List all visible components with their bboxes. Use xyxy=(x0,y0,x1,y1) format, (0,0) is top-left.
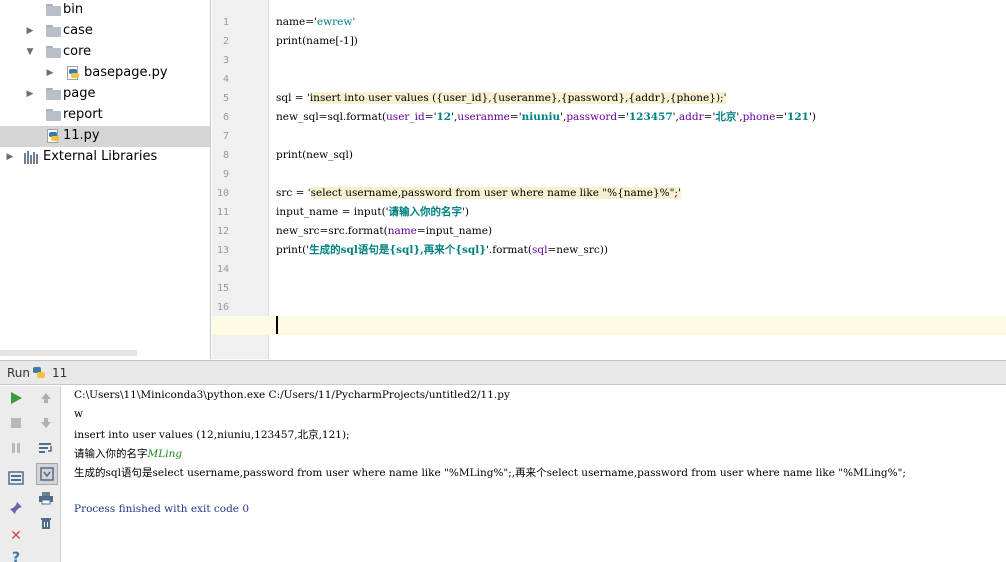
code-line-2[interactable]: print(name[-1]) xyxy=(276,34,358,48)
folder-icon xyxy=(46,4,61,16)
tree-item-label: page xyxy=(63,86,96,101)
python-file-icon xyxy=(66,66,80,81)
line-number: 15 xyxy=(216,283,229,294)
line-number: 13 xyxy=(216,245,229,256)
tree-item-label: External Libraries xyxy=(43,149,158,164)
folder-icon xyxy=(46,88,61,100)
tree-item-label: bin xyxy=(63,2,84,17)
run-config-name[interactable]: 11 xyxy=(52,366,67,380)
tree-item-page[interactable]: ▶ page xyxy=(0,84,210,105)
console-line-input: 请输入你的名字MLing xyxy=(74,446,182,461)
chevron-right-icon[interactable]: ▶ xyxy=(25,26,35,36)
print-button[interactable] xyxy=(36,488,56,508)
pause-button[interactable] xyxy=(6,438,26,458)
line-number: 8 xyxy=(222,150,229,161)
user-input-text: MLing xyxy=(147,448,183,460)
tree-item-label: basepage.py xyxy=(84,65,168,80)
console-line: insert into user values (12,niuniu,12345… xyxy=(74,429,350,441)
run-panel-header: Run 11 xyxy=(0,360,1006,385)
folder-icon xyxy=(46,25,61,37)
code-line-12[interactable]: new_src=src.format(name=input_name) xyxy=(276,224,492,238)
library-icon xyxy=(24,151,39,164)
code-line-11[interactable]: input_name = input('请输入你的名字') xyxy=(276,205,469,219)
project-tree-panel: bin ▶ case ▼ core ▶ basepage.py ▶ page r… xyxy=(0,0,211,359)
close-icon[interactable]: ✕ xyxy=(6,526,26,546)
line-number: 4 xyxy=(222,74,229,85)
help-icon[interactable]: ? xyxy=(6,548,26,562)
code-line-1[interactable]: name='ewrew' xyxy=(276,15,355,29)
line-number: 12 xyxy=(216,226,229,237)
tree-item-external-libraries[interactable]: ▶ External Libraries xyxy=(0,147,210,168)
layout-button[interactable] xyxy=(6,468,26,488)
current-line-highlight xyxy=(212,316,1006,335)
code-editor[interactable] xyxy=(270,0,1006,359)
tree-item-basepage-py[interactable]: ▶ basepage.py xyxy=(0,63,210,84)
tree-item-report[interactable]: report xyxy=(0,105,210,126)
code-line-5[interactable]: sql = 'insert into user values ({user_id… xyxy=(276,91,727,105)
folder-icon xyxy=(46,46,61,58)
line-number: 5 xyxy=(222,93,229,104)
tree-item-11-py[interactable]: 11.py xyxy=(0,126,210,147)
console-line: w xyxy=(74,408,83,420)
run-tab-label[interactable]: Run xyxy=(7,366,30,380)
line-number-gutter: 1 2 3 4 5 6 7 8 9 10 11 12 13 14 15 16 1… xyxy=(212,0,269,359)
line-number: 3 xyxy=(222,55,229,66)
tree-item-core[interactable]: ▼ core xyxy=(0,42,210,63)
horizontal-scrollbar[interactable] xyxy=(0,350,137,356)
chevron-down-icon[interactable]: ▼ xyxy=(25,47,35,57)
code-line-6[interactable]: new_sql=sql.format(user_id='12',useranme… xyxy=(276,110,816,124)
text-caret xyxy=(276,316,278,334)
chevron-right-icon[interactable]: ▶ xyxy=(25,89,35,99)
process-finished-message: Process finished with exit code 0 xyxy=(74,503,250,515)
sql-string-highlight: select username,password from user where… xyxy=(310,187,681,199)
chevron-right-icon[interactable]: ▶ xyxy=(5,152,15,162)
line-number: 9 xyxy=(222,169,229,180)
scroll-down-button[interactable] xyxy=(36,413,56,433)
line-number: 10 xyxy=(216,188,229,199)
chevron-right-icon[interactable]: ▶ xyxy=(45,68,55,78)
tree-item-label: core xyxy=(63,44,92,59)
code-line-13[interactable]: print('生成的sql语句是{sql},再来个{sql}'.format(s… xyxy=(276,243,608,257)
code-line-8[interactable]: print(new_sql) xyxy=(276,148,353,162)
tree-item-case[interactable]: ▶ case xyxy=(0,21,210,42)
sql-string-highlight: insert into user values ({user_id},{user… xyxy=(309,92,727,104)
line-number: 16 xyxy=(216,302,229,313)
tree-item-label: case xyxy=(63,23,93,38)
console-line: 生成的sql语句是select username,password from u… xyxy=(74,467,906,479)
line-number: 2 xyxy=(222,36,229,47)
line-number: 11 xyxy=(216,207,229,218)
run-toolbar: ✕ ? xyxy=(0,386,61,562)
trash-icon[interactable] xyxy=(36,513,56,533)
rerun-button[interactable] xyxy=(6,388,26,408)
code-line-10[interactable]: src = 'select username,password from use… xyxy=(276,186,681,200)
soft-wrap-button[interactable] xyxy=(36,438,56,458)
tree-item-label: 11.py xyxy=(63,128,100,143)
python-file-icon xyxy=(46,129,60,144)
input-prompt: 请输入你的名字 xyxy=(74,448,148,460)
stop-button[interactable] xyxy=(6,413,26,433)
folder-icon xyxy=(46,109,61,121)
pin-tab-icon[interactable] xyxy=(6,498,26,518)
line-number: 7 xyxy=(222,131,229,142)
scroll-to-end-button[interactable] xyxy=(36,463,58,485)
line-number: 6 xyxy=(222,112,229,123)
python-run-config-icon xyxy=(32,366,47,380)
line-number: 1 xyxy=(222,17,229,28)
scroll-up-button[interactable] xyxy=(36,388,56,408)
tree-item-bin[interactable]: bin xyxy=(0,0,210,21)
tree-item-label: report xyxy=(63,107,103,122)
line-number: 14 xyxy=(216,264,229,275)
console-line-command: C:\Users\11\Miniconda3\python.exe C:/Use… xyxy=(74,389,510,401)
